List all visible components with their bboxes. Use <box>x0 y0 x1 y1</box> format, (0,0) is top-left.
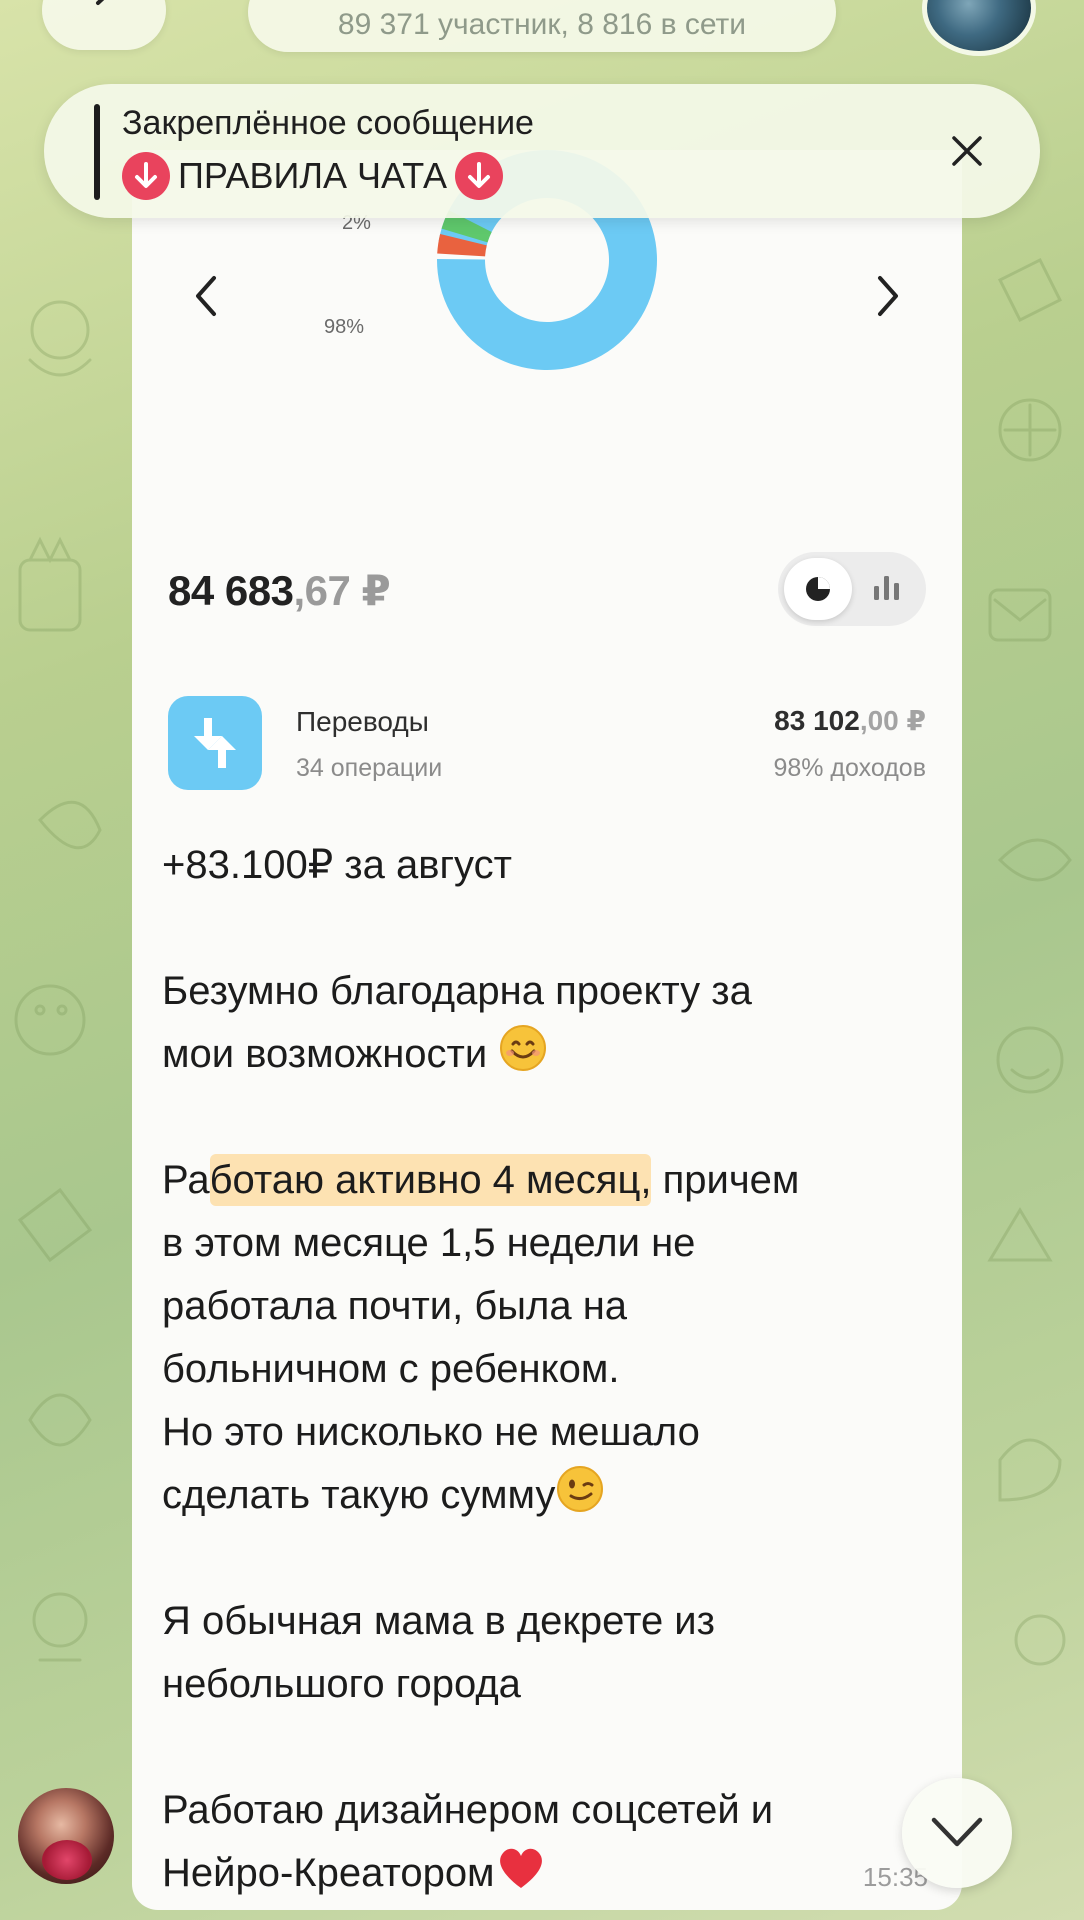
smile-emoji <box>500 1025 547 1071</box>
bar-chart-icon <box>874 576 899 600</box>
sender-avatar[interactable] <box>18 1788 114 1884</box>
highlighted-text: ботаю активно 4 месяц, <box>209 1154 652 1206</box>
category-amount: 83 102,00 ₽ <box>774 704 926 737</box>
transfer-icon <box>194 718 236 768</box>
toggle-knob <box>784 558 852 620</box>
message-line: Работаю активно 4 месяц, причем <box>162 1149 952 1212</box>
pinned-text-label: ПРАВИЛА ЧАТА <box>178 155 448 196</box>
category-amount-decimal: ,00 ₽ <box>859 705 926 736</box>
balance-integer: 84 683 <box>168 567 294 614</box>
pinned-indicator <box>94 104 100 200</box>
chart-view-toggle <box>778 552 926 626</box>
message-line-text: Нейро-Креатором <box>162 1851 495 1895</box>
chevron-down-icon <box>931 1817 983 1847</box>
balance-decimal: ,67 ₽ <box>293 567 391 614</box>
balance-amount: 84 683,67 ₽ <box>168 566 391 615</box>
message-line: работала почти, была на <box>162 1284 628 1328</box>
scroll-to-bottom-button[interactable] <box>902 1778 1012 1888</box>
wink-emoji <box>557 1466 604 1512</box>
arrow-down-icon <box>122 152 170 200</box>
chat-avatar[interactable] <box>922 0 1036 56</box>
category-share: 98% доходов <box>773 754 926 782</box>
back-icon <box>96 0 105 5</box>
message-text: +83.100₽ за август Безумно благодарна пр… <box>162 834 952 1905</box>
message-bubble: 2% 98% 84 683,67 ₽ Переводы 34 операции … <box>132 150 962 1910</box>
chat-avatar-image <box>927 0 1031 51</box>
message-line: в этом месяце 1,5 недели не <box>162 1221 696 1265</box>
close-icon[interactable] <box>950 134 984 168</box>
message-line: Работаю дизайнером соцсетей и <box>162 1788 774 1832</box>
message-line-text: сделать такую сумму <box>162 1473 556 1517</box>
pinned-title: Закреплённое сообщение <box>122 104 534 142</box>
arrow-down-icon <box>455 152 504 200</box>
message-line: небольшого города <box>162 1662 521 1706</box>
pinned-text: ПРАВИЛА ЧАТА <box>122 152 504 200</box>
category-amount-integer: 83 102 <box>774 705 860 736</box>
message-line: Я обычная мама в декрете из <box>162 1599 715 1643</box>
message-line: сделать такую сумму <box>162 1464 952 1527</box>
avatar-image-detail <box>42 1840 92 1880</box>
heart-emoji <box>499 1848 542 1888</box>
message-line: мои возможности <box>162 1023 952 1086</box>
message-line: Но это нисколько не мешало <box>162 1410 700 1454</box>
message-line: +83.100₽ за август <box>162 843 512 887</box>
chat-header[interactable]: 89 371 участник, 8 816 в сети <box>248 0 836 52</box>
message-line-text: мои возможности <box>162 1032 488 1076</box>
chat-subtitle: 89 371 участник, 8 816 в сети <box>337 8 747 41</box>
category-count: 34 операции <box>296 754 443 782</box>
message-line: больничном с ребенком. <box>162 1347 620 1391</box>
message-line: Нейро-Креатором <box>162 1842 952 1905</box>
slice-label-blue: 98% <box>324 316 365 338</box>
message-line-text: Ра <box>162 1158 210 1202</box>
transfers-category-icon <box>168 696 262 790</box>
message-line-text: причем <box>651 1158 800 1202</box>
back-button[interactable] <box>42 0 166 50</box>
category-name: Переводы <box>296 706 429 737</box>
pinned-message[interactable]: Закреплённое сообщение ПРАВИЛА ЧАТА <box>44 84 1040 218</box>
message-line: Безумно благодарна проекту за <box>162 969 752 1013</box>
pie-chart-icon <box>806 577 830 601</box>
